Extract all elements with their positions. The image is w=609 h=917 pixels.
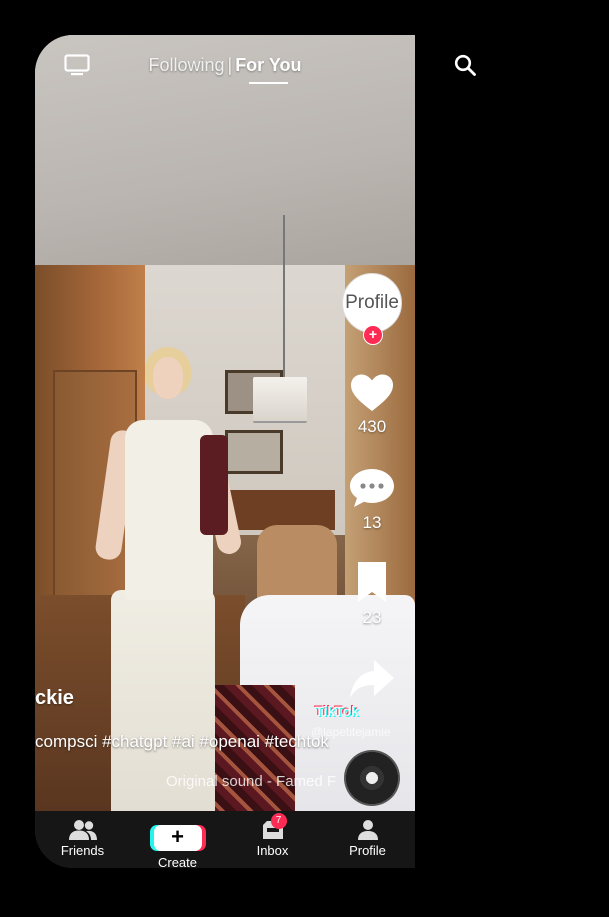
create-button[interactable]: +	[153, 825, 202, 851]
video-picture-frame	[225, 430, 283, 474]
nav-profile[interactable]: Profile	[332, 811, 404, 858]
video-person-bag	[200, 435, 228, 535]
avatar[interactable]: Profile	[342, 273, 402, 333]
video-pendant-lamp	[253, 377, 307, 423]
like-count: 430	[357, 417, 387, 436]
top-bar: Following | For You	[35, 35, 415, 95]
nav-friends[interactable]: Friends	[47, 811, 119, 858]
tab-separator: |	[227, 55, 233, 75]
bottom-nav: Friends + Create 7 Inbox Profile	[35, 811, 415, 868]
like-button[interactable]: 430	[340, 373, 404, 437]
phone-frame: Following | For You Profile + 430 13 23 …	[35, 35, 415, 868]
nav-inbox[interactable]: 7 Inbox	[237, 811, 309, 858]
video-lamp-cord	[283, 215, 285, 380]
nav-create-label: Create	[157, 855, 198, 868]
video-person-face	[153, 357, 183, 399]
nav-create[interactable]: + Create	[142, 811, 214, 868]
share-button[interactable]	[340, 658, 404, 702]
feed-tabs: Following | For You	[35, 55, 415, 84]
save-count: 23	[362, 608, 382, 627]
friends-icon	[68, 820, 97, 840]
nav-profile-label: Profile	[349, 843, 386, 858]
tiktok-watermark: TikTok	[315, 703, 359, 719]
profile-icon	[357, 820, 378, 840]
video-desk	[230, 490, 335, 530]
video-caption[interactable]: compsci #chatgpt #ai #openai #techtok	[35, 732, 329, 752]
follow-button[interactable]: +	[363, 325, 383, 345]
share-icon	[350, 660, 394, 698]
music-disc-icon[interactable]	[344, 750, 400, 806]
heart-icon	[351, 374, 393, 411]
inbox-badge: 7	[270, 813, 287, 829]
creator-avatar-group: Profile +	[342, 273, 402, 347]
comment-count: 13	[362, 513, 382, 532]
sound-title[interactable]: Original sound - Famed F	[166, 773, 336, 790]
creator-username[interactable]: ckie	[35, 687, 74, 710]
tab-following[interactable]: Following	[148, 55, 224, 76]
nav-friends-label: Friends	[60, 843, 105, 858]
save-button[interactable]: 23	[340, 560, 404, 628]
tab-for-you[interactable]: For You	[235, 55, 302, 84]
nav-inbox-label: Inbox	[256, 843, 289, 858]
comment-button[interactable]: 13	[340, 467, 404, 533]
bookmark-icon	[358, 562, 386, 602]
comment-icon	[350, 469, 394, 507]
search-icon[interactable]	[454, 54, 476, 76]
